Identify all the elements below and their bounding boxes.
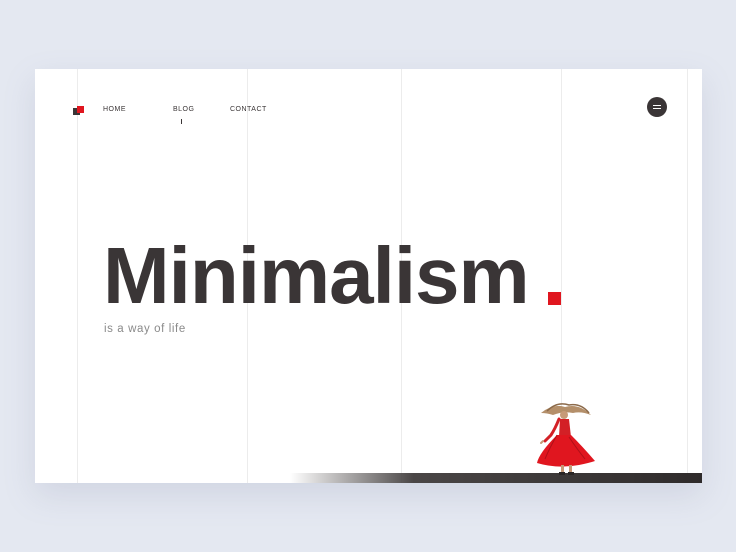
hero-card: HOME BLOG CONTACT Minimalism is a way of… xyxy=(35,69,702,483)
hamburger-menu-icon[interactable] xyxy=(647,97,667,117)
nav-active-indicator xyxy=(181,119,182,124)
nav-home[interactable]: HOME xyxy=(103,106,126,113)
grid-line xyxy=(687,69,688,483)
accent-dot xyxy=(548,292,561,305)
nav-blog[interactable]: BLOG xyxy=(173,106,194,113)
page-title: Minimalism xyxy=(103,231,530,320)
logo-squares-icon[interactable] xyxy=(73,106,85,116)
logo-red-square xyxy=(77,106,84,113)
menu-bar xyxy=(653,108,661,109)
grid-line xyxy=(77,69,78,483)
ground-strip xyxy=(290,473,702,483)
tagline: is a way of life xyxy=(104,323,186,335)
nav-contact[interactable]: CONTACT xyxy=(230,106,267,113)
woman-red-dress-image xyxy=(537,403,595,475)
menu-bar xyxy=(653,105,661,106)
